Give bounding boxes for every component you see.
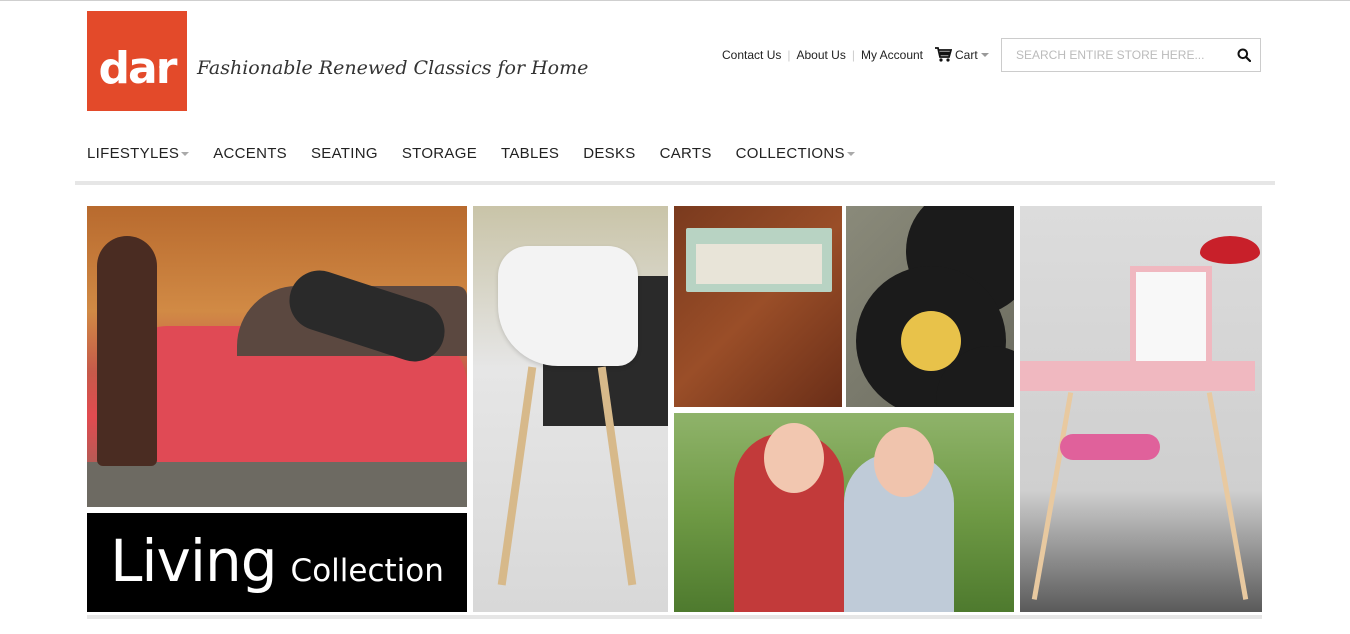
nav-item-carts[interactable]: CARTS [660,145,712,162]
face-shape [764,423,824,493]
search-input[interactable] [1002,40,1228,70]
main-nav: LIFESTYLES ACCENTS SEATING STORAGE TABLE… [87,145,879,162]
nav-item-label: DESKS [583,145,636,162]
cart-button[interactable]: Cart [935,47,989,62]
living-collection-banner[interactable]: Living Collection [87,513,467,612]
hero-image-vinyl-records[interactable] [846,206,1014,407]
nav-item-label: SEATING [310,145,378,162]
person-shape [97,236,157,466]
vanity-leg-shape [1206,392,1249,600]
nav-item-storage[interactable]: STORAGE [402,145,477,162]
chevron-down-icon [846,151,855,156]
nav-item-label: TABLES [501,145,560,162]
contact-us-link[interactable]: Contact Us [716,48,787,62]
nav-item-collections[interactable]: COLLECTIONS [736,145,855,162]
logo-trademark: ® [159,63,165,72]
table-shelf-shape [696,244,822,284]
stool-seat-shape [1060,434,1160,460]
nav-item-tables[interactable]: TABLES [501,145,559,162]
nav-divider [75,181,1275,185]
stool-seat-shape [498,246,638,366]
hero-image-side-table[interactable] [674,206,842,407]
nav-item-label: STORAGE [401,145,478,162]
nav-item-accents[interactable]: ACCENTS [213,145,287,162]
search-icon [1237,48,1251,62]
nav-item-label: COLLECTIONS [735,145,845,162]
search-box [1001,38,1261,72]
search-button[interactable] [1228,48,1260,62]
lips-decal-shape [1200,236,1260,264]
vanity-mirror-shape [1130,266,1212,373]
banner-title: Living [110,527,277,595]
chevron-down-icon [181,151,190,156]
brand-logo[interactable]: dar ® [87,11,187,111]
cart-icon [935,47,952,62]
vanity-desk-shape [1020,361,1255,391]
nav-item-label: CARTS [659,145,712,162]
brand-tagline: Fashionable Renewed Classics for Home [197,57,589,79]
nav-item-seating[interactable]: SEATING [311,145,378,162]
vanity-leg-shape [1031,392,1074,600]
top-links: Contact Us | About Us | My Account Cart [716,47,989,62]
ground-shape [87,462,467,507]
hero-image-bar-stool[interactable] [473,206,668,612]
cart-label: Cart [955,47,978,62]
stool-leg-shape [497,366,537,586]
nav-item-lifestyles[interactable]: LIFESTYLES [87,145,190,162]
nav-item-label: LIFESTYLES [87,145,180,162]
chevron-down-icon [980,52,989,57]
face-shape [874,427,934,497]
hero-image-pinup-ladies[interactable] [674,413,1014,612]
nav-item-label: ACCENTS [213,145,287,162]
hero-image-retro-car[interactable] [87,206,467,507]
nav-item-desks[interactable]: DESKS [583,145,635,162]
my-account-link[interactable]: My Account [855,48,929,62]
about-us-link[interactable]: About Us [790,48,851,62]
banner-subtitle: Collection [290,553,444,589]
hero-image-pink-vanity[interactable] [1020,206,1262,612]
hero-bottom-divider [87,615,1262,619]
